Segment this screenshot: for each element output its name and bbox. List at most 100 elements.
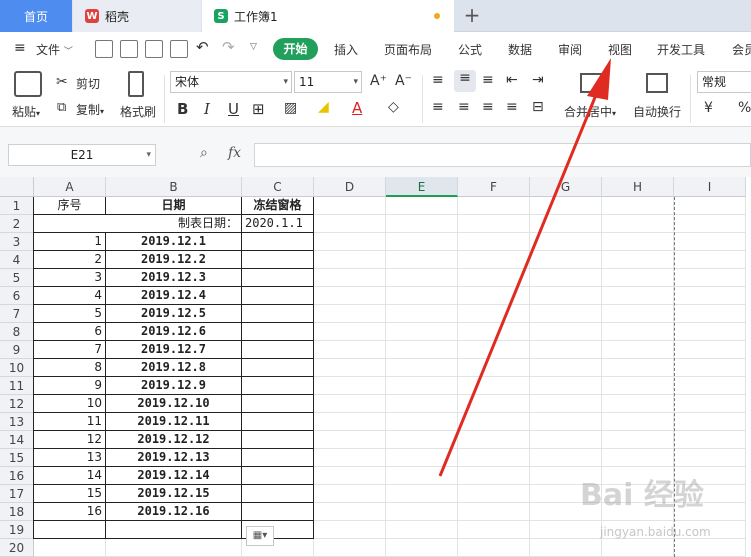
- freeze-col-cell[interactable]: [242, 377, 314, 395]
- row-header-1[interactable]: 1: [0, 197, 34, 215]
- cell[interactable]: [602, 377, 674, 395]
- save-icon[interactable]: [95, 40, 113, 58]
- seq-cell[interactable]: 6: [33, 323, 106, 341]
- menu-page-layout[interactable]: 页面布局: [384, 41, 432, 58]
- cell[interactable]: [386, 449, 458, 467]
- freeze-col-cell[interactable]: [242, 305, 314, 323]
- cell[interactable]: [386, 197, 458, 215]
- cell[interactable]: [106, 539, 242, 557]
- column-header-b[interactable]: B: [106, 177, 242, 197]
- row-header-2[interactable]: 2: [0, 215, 34, 233]
- seq-cell[interactable]: 10: [33, 395, 106, 413]
- fill-color-icon[interactable]: ◢: [318, 99, 329, 115]
- cell[interactable]: [674, 341, 746, 359]
- column-header-f[interactable]: F: [458, 177, 530, 197]
- tab-home[interactable]: 首页: [0, 0, 72, 32]
- cell[interactable]: [314, 305, 386, 323]
- font-color-icon[interactable]: A: [352, 99, 362, 117]
- cell[interactable]: [458, 341, 530, 359]
- header-cell-date[interactable]: 日期: [106, 197, 242, 215]
- cell[interactable]: [530, 305, 602, 323]
- column-header-i[interactable]: I: [674, 177, 746, 197]
- merge-center-icon[interactable]: [580, 73, 602, 93]
- number-format-select[interactable]: 常规: [697, 71, 751, 93]
- cell[interactable]: [602, 431, 674, 449]
- cell[interactable]: [314, 269, 386, 287]
- freeze-col-cell[interactable]: [242, 233, 314, 251]
- align-left-icon[interactable]: ≡: [432, 99, 444, 115]
- cell[interactable]: [674, 197, 746, 215]
- copy-icon[interactable]: ⧉: [57, 100, 66, 115]
- cell[interactable]: [674, 233, 746, 251]
- cell[interactable]: [602, 251, 674, 269]
- menu-insert[interactable]: 插入: [334, 41, 358, 58]
- seq-cell[interactable]: 13: [33, 449, 106, 467]
- cell[interactable]: [530, 521, 602, 539]
- cell[interactable]: [386, 323, 458, 341]
- row-header-13[interactable]: 13: [0, 413, 34, 431]
- cell[interactable]: [314, 233, 386, 251]
- cell[interactable]: [458, 251, 530, 269]
- row-header-9[interactable]: 9: [0, 341, 34, 359]
- cell[interactable]: [674, 449, 746, 467]
- font-name-select[interactable]: 宋体 ▾: [170, 71, 292, 93]
- cell[interactable]: [674, 377, 746, 395]
- row-header-8[interactable]: 8: [0, 323, 34, 341]
- menu-review[interactable]: 审阅: [558, 41, 582, 58]
- cell[interactable]: [458, 521, 530, 539]
- name-box[interactable]: E21 ▾: [8, 144, 156, 166]
- cell[interactable]: [602, 305, 674, 323]
- cell[interactable]: [386, 467, 458, 485]
- cell[interactable]: [674, 251, 746, 269]
- justify-icon[interactable]: ≡: [506, 99, 518, 115]
- date-cell[interactable]: 2019.12.6: [106, 323, 242, 341]
- paste-options-icon[interactable]: ▦▾: [246, 526, 274, 546]
- freeze-col-cell[interactable]: [242, 359, 314, 377]
- cell[interactable]: [458, 287, 530, 305]
- seq-cell[interactable]: 1: [33, 233, 106, 251]
- copy-button[interactable]: 复制▾: [76, 101, 104, 118]
- scissors-icon[interactable]: ✂: [56, 74, 68, 90]
- header-cell-freeze[interactable]: 冻结窗格: [242, 197, 314, 215]
- cell[interactable]: [314, 341, 386, 359]
- cell[interactable]: [386, 287, 458, 305]
- cell[interactable]: [530, 197, 602, 215]
- underline-button[interactable]: U: [228, 100, 239, 118]
- cell[interactable]: [458, 503, 530, 521]
- column-header-e[interactable]: E: [386, 177, 458, 197]
- cell[interactable]: [386, 269, 458, 287]
- align-bottom-icon[interactable]: ≡: [482, 72, 494, 88]
- cell[interactable]: [458, 467, 530, 485]
- cell[interactable]: [386, 305, 458, 323]
- cell[interactable]: [602, 269, 674, 287]
- cell[interactable]: [602, 197, 674, 215]
- cell[interactable]: [674, 431, 746, 449]
- made-date-label-cell[interactable]: 制表日期：: [33, 215, 242, 233]
- cell[interactable]: [458, 323, 530, 341]
- date-cell[interactable]: 2019.12.14: [106, 467, 242, 485]
- cell[interactable]: [530, 269, 602, 287]
- empty-bordered-cell[interactable]: [33, 521, 106, 539]
- cell[interactable]: [314, 449, 386, 467]
- cell[interactable]: [386, 233, 458, 251]
- freeze-col-cell[interactable]: [242, 395, 314, 413]
- row-header-10[interactable]: 10: [0, 359, 34, 377]
- freeze-col-cell[interactable]: [242, 413, 314, 431]
- date-cell[interactable]: 2019.12.7: [106, 341, 242, 359]
- menu-developer[interactable]: 开发工具: [657, 41, 705, 58]
- column-header-c[interactable]: C: [242, 177, 314, 197]
- cell[interactable]: [314, 359, 386, 377]
- paste-button[interactable]: 粘贴▾: [12, 103, 40, 120]
- seq-cell[interactable]: 4: [33, 287, 106, 305]
- empty-bordered-cell[interactable]: [106, 521, 242, 539]
- cell[interactable]: [602, 395, 674, 413]
- freeze-col-cell[interactable]: [242, 431, 314, 449]
- align-center-icon[interactable]: ≡: [458, 99, 470, 115]
- cell[interactable]: [314, 215, 386, 233]
- cell[interactable]: [386, 395, 458, 413]
- wrap-text-button[interactable]: 自动换行: [633, 103, 681, 120]
- cell[interactable]: [530, 539, 602, 557]
- wrap-text-icon[interactable]: [646, 73, 668, 93]
- align-middle-icon[interactable]: ≡: [454, 70, 476, 92]
- cell[interactable]: [386, 539, 458, 557]
